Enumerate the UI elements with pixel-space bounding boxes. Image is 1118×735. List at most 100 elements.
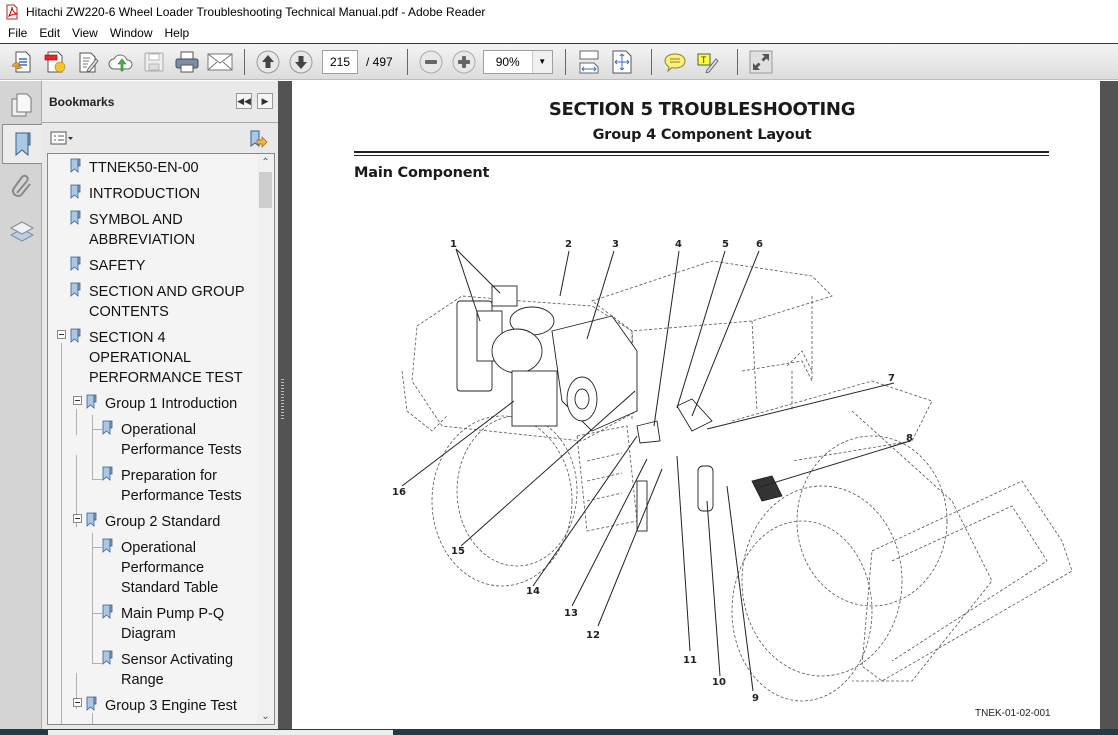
- zoom-in-button[interactable]: [450, 48, 478, 76]
- full-screen-button[interactable]: [747, 48, 775, 76]
- navigation-pane-strip: [0, 81, 43, 729]
- bookmarks-button[interactable]: [2, 124, 43, 164]
- bookmark-icon: [70, 184, 81, 199]
- main-toolbar: 215 / 497 90% ▼ T: [0, 43, 1118, 80]
- layers-button[interactable]: [3, 211, 41, 251]
- expand-panel-button[interactable]: ▶: [257, 93, 273, 109]
- bookmark-item[interactable]: Group 1 Introduction: [86, 394, 237, 414]
- zoom-out-button[interactable]: [417, 48, 445, 76]
- bookmark-item[interactable]: TTNEK50-EN-00: [70, 158, 199, 178]
- upload-cloud-button[interactable]: [107, 48, 135, 76]
- menu-edit[interactable]: Edit: [33, 26, 66, 40]
- scroll-down-arrow[interactable]: ⌄: [257, 708, 274, 724]
- print-button[interactable]: [173, 48, 201, 76]
- component-layout-illustration: 1 2 3 4 5 6 7 8 9 10 11 12 13 14 15 16: [392, 239, 1073, 704]
- bookmark-icon: [86, 394, 97, 409]
- page-number-input[interactable]: 215: [322, 49, 358, 74]
- bookmark-label: Group 1 Introduction: [105, 396, 238, 412]
- fit-page-button[interactable]: [608, 48, 636, 76]
- callout-3: 3: [612, 239, 619, 250]
- layers-icon: [9, 221, 35, 242]
- previous-page-button[interactable]: [254, 48, 282, 76]
- scrolling-mode-button[interactable]: [575, 48, 603, 76]
- bookmark-icon: [70, 328, 81, 343]
- bookmark-item[interactable]: Main Pump P-Q Diagram: [102, 604, 224, 644]
- bookmark-item[interactable]: Sensor Activating Range: [102, 650, 233, 690]
- bookmark-item[interactable]: SECTION 4 OPERATIONAL PERFORMANCE TEST: [70, 328, 243, 388]
- bookmarks-title: Bookmarks: [49, 94, 115, 109]
- bookmark-label: Sensor Activating Range: [121, 652, 234, 688]
- options-menu-icon[interactable]: [50, 130, 74, 146]
- export-pdf-button[interactable]: [41, 48, 69, 76]
- email-button[interactable]: [206, 48, 234, 76]
- attachments-button[interactable]: [3, 167, 41, 207]
- bookmark-item[interactable]: SAFETY: [70, 256, 145, 276]
- menu-window[interactable]: Window: [104, 26, 159, 40]
- bookmark-label: Main Pump P-Q Diagram: [121, 606, 225, 642]
- highlight-text-button[interactable]: T: [694, 48, 722, 76]
- collapse-panel-button[interactable]: ◀◀: [236, 93, 252, 109]
- bookmark-item[interactable]: Group 3 Engine Test: [86, 696, 237, 716]
- scroll-up-arrow[interactable]: ⌃: [257, 154, 274, 170]
- edit-icon: [79, 52, 99, 73]
- document-view: SECTION 5 TROUBLESHOOTING Group 4 Compon…: [292, 81, 1118, 729]
- bookmark-label: Group 2 Standard: [105, 514, 221, 530]
- bookmark-item[interactable]: INTRODUCTION: [70, 184, 200, 204]
- title-bar: Hitachi ZW220-6 Wheel Loader Troubleshoo…: [0, 0, 1118, 23]
- menu-help[interactable]: Help: [159, 26, 196, 40]
- cloud-upload-icon: [108, 54, 133, 71]
- bookmark-item[interactable]: SYMBOL AND ABBREVIATION: [70, 210, 195, 250]
- callout-6: 6: [756, 239, 763, 250]
- expand-bookmark-icon[interactable]: [248, 129, 268, 149]
- bookmark-item[interactable]: Group 2 Standard: [86, 512, 220, 532]
- toolbar-separator: [650, 48, 652, 75]
- bookmark-item[interactable]: Preparation for Performance Tests: [102, 466, 242, 506]
- email-icon: [207, 53, 233, 70]
- callout-8: 8: [906, 433, 913, 444]
- save-button[interactable]: [140, 48, 168, 76]
- bookmark-item[interactable]: SECTION AND GROUP CONTENTS: [70, 282, 245, 322]
- callout-12: 12: [586, 630, 600, 641]
- menu-view[interactable]: View: [66, 26, 104, 40]
- machine-outline: [401, 260, 1073, 702]
- bookmark-label: Operational Performance Tests: [121, 422, 242, 458]
- svg-text:T: T: [701, 56, 707, 66]
- bookmark-label: SYMBOL AND ABBREVIATION: [89, 212, 196, 248]
- arrow-up-icon: [256, 50, 280, 73]
- collapse-toggle[interactable]: [73, 396, 82, 405]
- bookmark-item[interactable]: Operational Performance Tests: [102, 420, 242, 460]
- edit-pdf-button[interactable]: [74, 48, 102, 76]
- callout-5: 5: [722, 239, 729, 250]
- collapse-toggle[interactable]: [57, 330, 66, 339]
- taskbar-edge: [0, 729, 1118, 735]
- zoom-level-value[interactable]: 90%: [484, 51, 532, 73]
- page-thumbnails-button[interactable]: [3, 85, 41, 125]
- splitter-grip[interactable]: [281, 379, 284, 419]
- comment-button[interactable]: [661, 48, 689, 76]
- speech-bubble-icon: [664, 52, 686, 72]
- menu-file[interactable]: File: [2, 26, 33, 40]
- scrollbar-thumb[interactable]: [259, 172, 272, 208]
- paperclip-icon: [12, 174, 31, 197]
- bookmark-item[interactable]: Operational Performance Standard Table: [102, 538, 218, 598]
- bookmarks-tree: TTNEK50-EN-00 INTRODUCTION SYMBOL AND AB…: [47, 153, 275, 725]
- save-icon: [144, 52, 164, 71]
- collapse-toggle[interactable]: [73, 514, 82, 523]
- collapse-toggle[interactable]: [73, 698, 82, 707]
- next-page-button[interactable]: [287, 48, 315, 76]
- highlight-text-icon: T: [697, 53, 719, 73]
- bookmarks-toolbar: [42, 123, 278, 152]
- bookmark-icon: [70, 210, 81, 225]
- callout-16: 16: [392, 487, 406, 498]
- zoom-level-select[interactable]: 90% ▼: [482, 49, 553, 74]
- panel-splitter[interactable]: [278, 81, 292, 729]
- create-pdf-icon: [11, 51, 31, 72]
- bookmarks-scrollbar[interactable]: ⌃ ⌄: [257, 154, 274, 724]
- bookmark-icon: [102, 420, 113, 435]
- document-scrollbar[interactable]: [1104, 81, 1118, 729]
- minus-icon: [419, 50, 443, 73]
- chevron-down-icon[interactable]: ▼: [531, 50, 552, 73]
- toolbar-separator: [406, 48, 408, 75]
- create-pdf-button[interactable]: [8, 48, 36, 76]
- bookmark-label: SECTION AND GROUP CONTENTS: [89, 284, 245, 320]
